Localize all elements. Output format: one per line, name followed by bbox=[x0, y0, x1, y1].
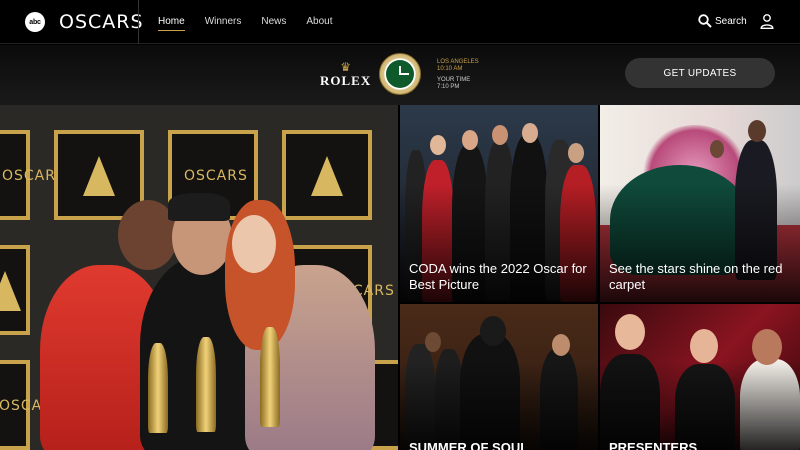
story-title: SUMMER OF SOUL bbox=[409, 440, 529, 450]
story-card-presenters[interactable]: PRESENTERS bbox=[600, 304, 800, 450]
abc-logo[interactable]: abc bbox=[25, 12, 45, 32]
story-card-summer-of-soul[interactable]: SUMMER OF SOUL bbox=[400, 304, 598, 450]
sponsor-banner: ♛ ROLEX LOS ANGELES 10:10 AM YOUR TIME 7… bbox=[0, 45, 800, 105]
main-menu: Home Winners News About bbox=[158, 16, 353, 31]
rolex-logo[interactable]: ♛ ROLEX bbox=[320, 61, 371, 89]
story-title: CODA wins the 2022 Oscar for Best Pictur… bbox=[409, 261, 587, 292]
oscar-statuette bbox=[260, 327, 280, 427]
search-icon bbox=[698, 14, 712, 28]
story-card-coda[interactable]: CODA wins the 2022 Oscar for Best Pictur… bbox=[400, 105, 598, 302]
get-updates-button[interactable]: GET UPDATES bbox=[625, 58, 775, 88]
story-title: See the stars shine on the red carpet bbox=[609, 261, 783, 292]
person-right-face bbox=[232, 215, 276, 273]
time-info: LOS ANGELES 10:10 AM YOUR TIME 7:10 PM bbox=[437, 59, 479, 91]
nav-divider bbox=[138, 0, 139, 44]
nav-news[interactable]: News bbox=[261, 16, 286, 31]
rolex-wordmark: ROLEX bbox=[320, 73, 372, 88]
crown-icon: ♛ bbox=[340, 60, 351, 74]
your-time-label: YOUR TIME bbox=[437, 77, 471, 83]
oscar-statuette bbox=[148, 343, 168, 433]
story-card-red-carpet[interactable]: See the stars shine on the red carpet bbox=[600, 105, 800, 302]
user-icon[interactable] bbox=[760, 14, 774, 29]
oscar-statuette bbox=[196, 337, 216, 432]
city-time: 10:10 AM bbox=[437, 66, 463, 72]
hero-image[interactable]: OSCARS OSCARS OSCARS OSCARS bbox=[0, 105, 398, 450]
search-label: Search bbox=[715, 15, 747, 27]
story-title: PRESENTERS bbox=[609, 440, 698, 450]
search-button[interactable]: Search bbox=[698, 14, 747, 28]
your-time: 7:10 PM bbox=[437, 84, 460, 90]
nav-winners[interactable]: Winners bbox=[205, 16, 242, 31]
top-navigation: abc OSCARS Home Winners News About Searc… bbox=[0, 0, 800, 44]
nav-home[interactable]: Home bbox=[158, 16, 185, 31]
nav-about[interactable]: About bbox=[306, 16, 332, 31]
city-label: LOS ANGELES bbox=[437, 59, 479, 65]
oscars-logo[interactable]: OSCARS bbox=[59, 11, 144, 33]
hat bbox=[168, 193, 230, 221]
clock-icon bbox=[379, 53, 421, 95]
backdrop-text: OSCARS bbox=[184, 168, 248, 184]
